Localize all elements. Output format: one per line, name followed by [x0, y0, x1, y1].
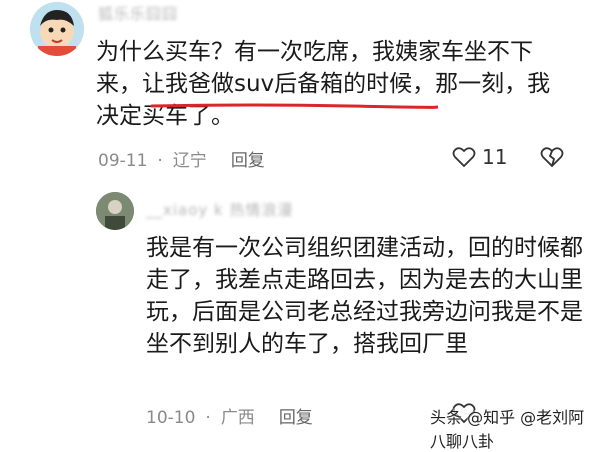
heart-icon: [452, 147, 476, 168]
watermark-text: 头条 @知乎 @老刘阿八聊八卦: [430, 408, 585, 451]
like-count: 11: [482, 145, 508, 169]
watermark: 头条 @知乎 @老刘阿八聊八卦: [430, 404, 600, 452]
dislike-button[interactable]: [540, 146, 564, 168]
separator-dot: ·: [157, 151, 163, 171]
avatar[interactable]: [30, 2, 84, 56]
comment-date: 10-10: [146, 408, 196, 428]
reply-button[interactable]: 回复: [279, 408, 313, 428]
broken-heart-icon: [540, 147, 564, 168]
comment-text: 为什么买车？有一次吃席，我姨家车坐不下来，让我爸做suv后备箱的时候，那一刻，我…: [96, 36, 566, 132]
separator-dot: ·: [205, 408, 211, 428]
cartoon-avatar-icon: [30, 2, 84, 56]
red-underline-annotation: [150, 103, 438, 109]
reply-button[interactable]: 回复: [231, 151, 265, 171]
like-button[interactable]: 11: [452, 145, 507, 169]
username[interactable]: 狐乐乐囧囧: [98, 3, 178, 24]
comment-meta: 10-10 · 广西 回复: [146, 403, 323, 428]
comment-location: 广西: [220, 408, 255, 428]
username[interactable]: __xiaoy k 热情浪漫: [146, 199, 294, 220]
avatar[interactable]: [96, 192, 134, 230]
comment-location: 辽宁: [172, 151, 207, 171]
photo-avatar-icon: [96, 192, 134, 230]
highlighted-text: 让我爸做suv后备箱的时候: [142, 71, 413, 97]
comment-date: 09-11: [98, 151, 148, 171]
comment-text: 我是有一次公司组织团建活动，回的时候都走了，我差点走路回去，因为是去的大山里玩，…: [146, 235, 583, 357]
comment-meta: 09-11 · 辽宁 回复: [98, 146, 275, 171]
